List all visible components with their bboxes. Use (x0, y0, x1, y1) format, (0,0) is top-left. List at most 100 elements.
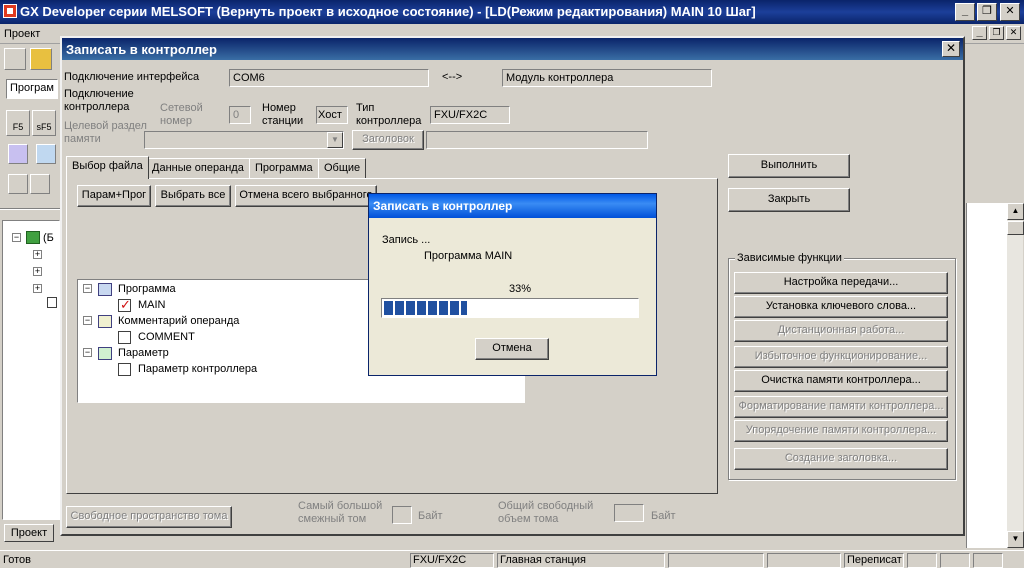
tree-expander[interactable]: − (12, 233, 21, 242)
interface-field: COM6 (229, 69, 429, 87)
close-button[interactable]: Закрыть (728, 188, 850, 212)
dialog-titlebar: Записать в контроллер ✕ (62, 38, 963, 60)
expander-parameter[interactable]: − (83, 348, 92, 357)
related-function-button-2[interactable]: Установка ключевого слова... (734, 296, 948, 318)
related-function-button-5[interactable]: Очистка памяти контроллера... (734, 370, 948, 392)
parameter-icon (98, 347, 112, 360)
plc-connection-label: Подключение контроллера (64, 88, 134, 113)
tree-parameter-group-label: Параметр (118, 347, 169, 359)
tab-program[interactable]: Программа (249, 158, 319, 178)
largest-contiguous-field (392, 506, 412, 524)
ladder-icon[interactable] (8, 144, 28, 164)
tab-device-data[interactable]: Данные операнда (146, 158, 250, 178)
link-arrow: <--> (442, 71, 463, 83)
minimize-button[interactable]: _ (955, 3, 975, 21)
related-functions-title: Зависимые функции (735, 252, 844, 264)
mdi-minimize-button[interactable]: _ (972, 26, 987, 40)
key-sf5-button[interactable]: sF5 (32, 110, 56, 136)
comment-checkbox[interactable] (118, 331, 131, 344)
free-space-button[interactable]: Свободное пространство тома (66, 506, 232, 528)
tree-main-label: MAIN (138, 299, 166, 311)
progress-bar (381, 298, 639, 318)
scroll-up-icon[interactable]: ▲ (1007, 203, 1024, 220)
tree-expander-program[interactable]: + (33, 250, 42, 259)
tree-plc-parameter-label: Параметр контроллера (138, 363, 258, 375)
tab-file-select[interactable]: Выбор файла (66, 156, 149, 179)
related-function-button-7[interactable]: Упорядочение памяти контроллера... (734, 420, 948, 442)
scroll-thumb[interactable] (1007, 221, 1024, 235)
tool-icon-1[interactable] (8, 174, 28, 194)
window-close-button[interactable]: ✕ (1000, 3, 1020, 21)
plc-type-label: Тип контроллера (356, 102, 422, 127)
program-icon (98, 283, 112, 296)
main-window-titlebar: GX Developer серии MELSOFT (Вернуть прое… (0, 0, 1024, 24)
key-f5-button[interactable]: F5 (6, 110, 30, 136)
dialog-title: Записать в контроллер (66, 42, 217, 57)
progress-cancel-button[interactable]: Отмена (475, 338, 549, 360)
new-file-icon[interactable] (4, 48, 26, 70)
menu-project[interactable]: Проект (4, 28, 40, 40)
progress-percent: 33% (509, 283, 532, 295)
tree-comment-group-label: Комментарий операнда (118, 315, 240, 327)
scroll-down-icon[interactable]: ▼ (1007, 531, 1024, 548)
status-panel-empty-4 (940, 553, 970, 568)
progress-titlebar: Записать в контроллер (369, 194, 656, 218)
chevron-down-icon[interactable]: ▼ (327, 132, 343, 148)
related-function-button-1[interactable]: Настройка передачи... (734, 272, 948, 294)
mdi-restore-button[interactable]: ❐ (989, 26, 1004, 40)
station-field: Хост (316, 106, 348, 124)
progress-fill (384, 301, 467, 315)
project-tree[interactable]: − (Б + + + (2, 220, 60, 520)
panel-divider (0, 208, 60, 210)
related-function-button-6[interactable]: Форматирование памяти контроллера... (734, 396, 948, 418)
header-button[interactable]: Заголовок (352, 130, 424, 150)
app-icon (3, 4, 17, 18)
status-panel-empty-2 (767, 553, 841, 568)
largest-contiguous-label: Самый большой смежный том (298, 500, 383, 525)
restore-button[interactable]: ❐ (977, 3, 997, 21)
network-field: 0 (229, 106, 251, 124)
editor-scrollbar[interactable]: ▲ ▼ (1006, 203, 1024, 548)
expander-program[interactable]: − (83, 284, 92, 293)
related-function-button-3[interactable]: Дистанционная работа... (734, 320, 948, 342)
list-icon[interactable] (36, 144, 56, 164)
status-panel-empty-5 (973, 553, 1003, 568)
project-folder-icon (26, 231, 40, 244)
total-free-field (614, 504, 644, 522)
bytes-label-2: Байт (651, 510, 676, 522)
interface-label: Подключение интерфейса (64, 71, 200, 83)
total-free-label: Общий свободный объем тома (498, 500, 594, 525)
ladder-editor-area (966, 203, 1006, 548)
progress-title: Записать в контроллер (373, 199, 513, 213)
related-function-button-4[interactable]: Избыточное функционирование... (734, 346, 948, 368)
tree-expander-comment[interactable]: + (33, 267, 42, 276)
execute-button[interactable]: Выполнить (728, 154, 850, 178)
tab-project[interactable]: Проект (4, 524, 54, 542)
module-field: Модуль контроллера (502, 69, 712, 87)
tool-icon-2[interactable] (30, 174, 50, 194)
tab-common[interactable]: Общие (318, 158, 367, 178)
mdi-close-button[interactable]: ✕ (1006, 26, 1021, 40)
main-checkbox[interactable] (118, 297, 131, 313)
tree-expander-parameter[interactable]: + (33, 284, 42, 293)
plc-parameter-checkbox[interactable] (118, 363, 131, 376)
program-combo[interactable]: Програм (6, 79, 58, 99)
status-plc-type: FXU/FX2C (410, 553, 494, 568)
expander-comment[interactable]: − (83, 316, 92, 325)
dialog-close-icon[interactable]: ✕ (942, 41, 960, 57)
station-label: Номер станции (262, 102, 304, 127)
bytes-label-1: Байт (418, 510, 443, 522)
progress-dialog: Записать в контроллер Запись ... Програм… (368, 193, 657, 376)
target-memory-select[interactable]: ▼ (144, 131, 344, 149)
status-panel-empty-3 (907, 553, 937, 568)
select-all-button[interactable]: Выбрать все (155, 185, 231, 207)
header-field (426, 131, 648, 149)
param-prog-button[interactable]: Парам+Прог (77, 185, 151, 207)
mdi-controls: _ ❐ ✕ (972, 26, 1022, 42)
cancel-all-button[interactable]: Отмена всего выбранного (235, 185, 377, 207)
related-function-button-8[interactable]: Создание заголовка... (734, 448, 948, 470)
comment-icon (98, 315, 112, 328)
network-label: Сетевой номер (160, 102, 203, 127)
writing-item-label: Программа MAIN (424, 250, 513, 262)
open-folder-icon[interactable] (30, 48, 52, 70)
